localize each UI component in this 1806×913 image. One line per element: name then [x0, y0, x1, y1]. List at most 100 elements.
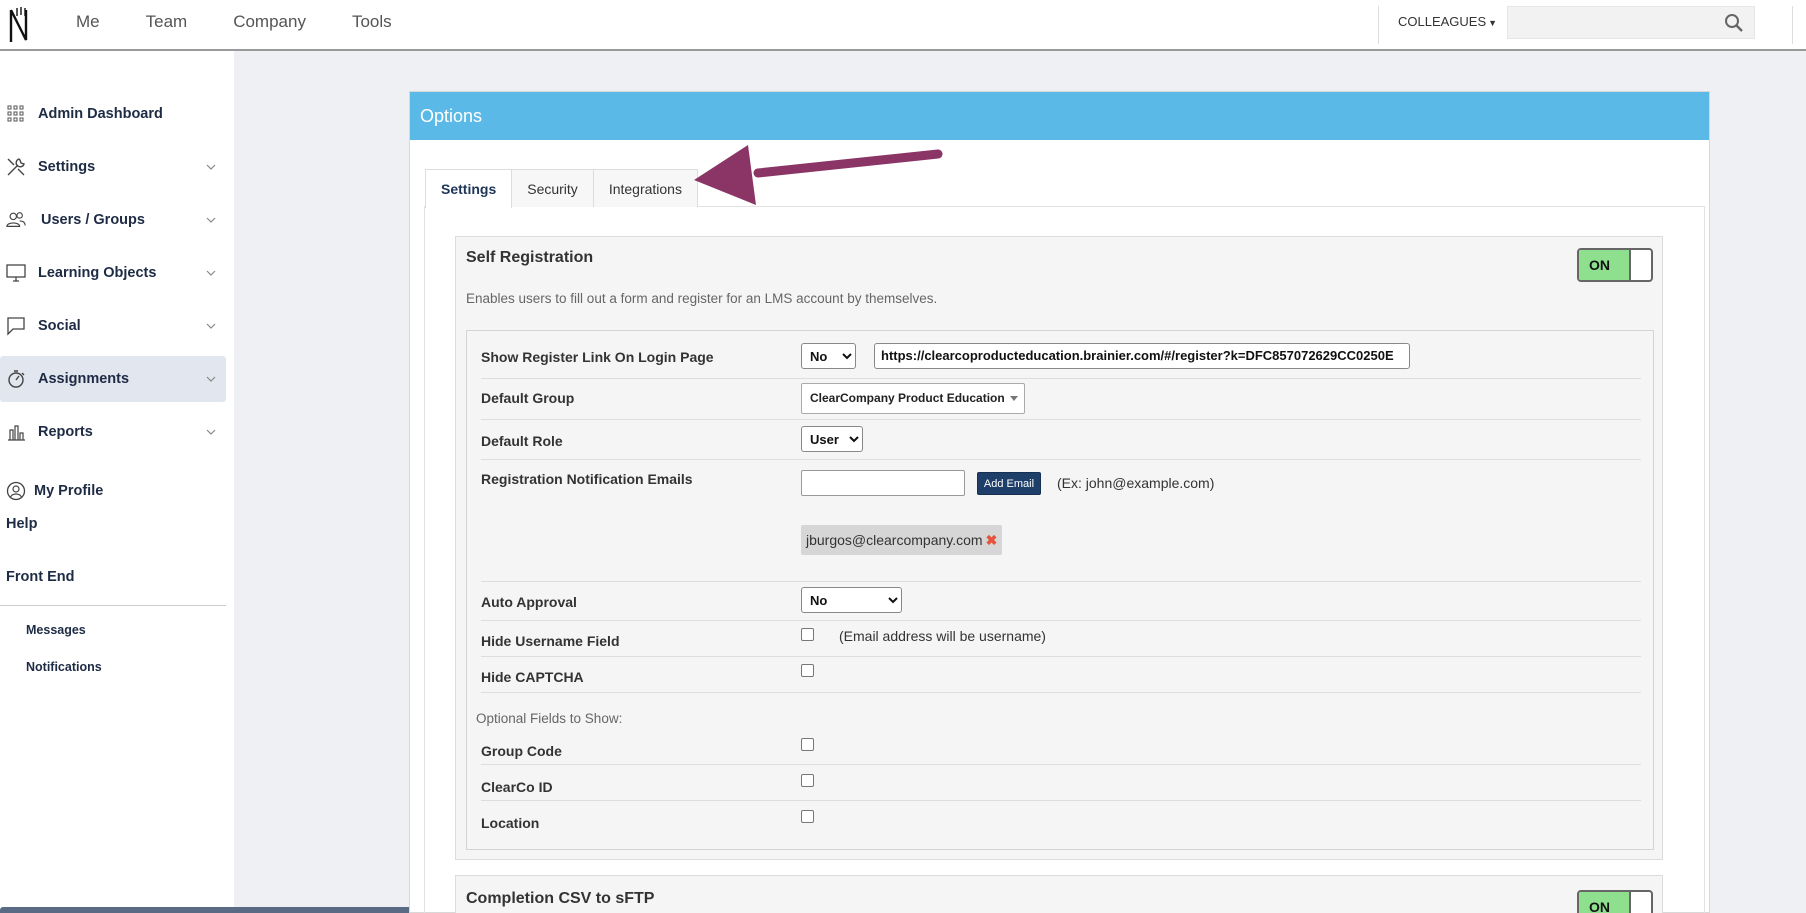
chevron-down-icon	[206, 429, 216, 435]
self-registration-toggle[interactable]: ON	[1577, 248, 1653, 282]
divider	[1792, 6, 1793, 44]
sidebar: Admin Dashboard Settings Users / Groups …	[0, 51, 234, 913]
default-role-select[interactable]: User	[801, 426, 863, 452]
default-group-wrapper: ClearCompany Product Education	[801, 383, 1025, 414]
divider	[1378, 6, 1379, 44]
chevron-down-icon	[206, 164, 216, 170]
sidebar-item-learning-objects[interactable]: Learning Objects	[0, 250, 226, 296]
sidebar-item-label: Learning Objects	[38, 265, 157, 281]
status-tooltip-bar	[0, 907, 432, 913]
sidebar-divider	[0, 605, 226, 606]
colleagues-dropdown[interactable]: COLLEAGUES ▼	[1398, 14, 1497, 29]
tab-bar: Settings Security Integrations	[425, 169, 698, 208]
nav-company[interactable]: Company	[233, 0, 306, 44]
notification-email-input[interactable]	[801, 470, 965, 496]
toggle-on-label: ON	[1579, 250, 1629, 280]
section-title: Self Registration	[466, 249, 594, 266]
completion-csv-section: Completion CSV to sFTP ON	[455, 875, 1663, 913]
remove-email-icon[interactable]: ✖	[986, 532, 998, 548]
sidebar-item-label: Social	[38, 318, 81, 334]
chevron-down-icon	[206, 323, 216, 329]
row-notification-emails: Registration Notification Emails Add Ema…	[481, 460, 1641, 582]
sidebar-item-help[interactable]: Help	[6, 516, 37, 532]
panel-title: Options	[410, 92, 1709, 140]
nav-me[interactable]: Me	[76, 0, 100, 44]
annotation-arrow-icon	[694, 145, 943, 205]
caret-down-icon: ▼	[1488, 18, 1498, 28]
monitor-icon	[6, 263, 26, 283]
hide-username-checkbox[interactable]	[801, 628, 814, 641]
group-code-checkbox[interactable]	[801, 738, 814, 751]
tab-security[interactable]: Security	[511, 169, 594, 207]
chevron-down-icon	[206, 376, 216, 382]
sidebar-item-label: Settings	[38, 159, 96, 175]
sidebar-item-my-profile[interactable]: My Profile	[0, 468, 226, 514]
email-example-hint: (Ex: john@example.com)	[1057, 475, 1215, 491]
field-label: Hide Username Field	[481, 633, 620, 649]
hide-captcha-checkbox[interactable]	[801, 664, 814, 677]
nav-tools[interactable]: Tools	[352, 0, 392, 44]
add-email-button[interactable]: Add Email	[977, 472, 1041, 495]
grid-icon	[6, 104, 26, 124]
show-register-link-select[interactable]: No	[801, 343, 856, 369]
toggle-on-label: ON	[1579, 892, 1629, 913]
sidebar-item-assignments[interactable]: Assignments	[0, 356, 226, 402]
auto-approval-select[interactable]: No	[801, 587, 902, 613]
field-label: Registration Notification Emails	[481, 471, 693, 487]
default-group-select[interactable]: ClearCompany Product Education	[801, 383, 1025, 414]
sidebar-item-label: Reports	[38, 424, 93, 440]
sidebar-item-front-end[interactable]: Front End	[6, 569, 74, 585]
search-icon[interactable]	[1724, 13, 1744, 33]
optional-fields-heading: Optional Fields to Show:	[476, 711, 623, 726]
email-chip-text: jburgos@clearcompany.com	[806, 532, 983, 548]
self-registration-section: Self Registration ON Enables users to fi…	[455, 236, 1663, 860]
row-auto-approval: Auto Approval No	[481, 582, 1641, 621]
clearco-id-checkbox[interactable]	[801, 774, 814, 787]
sidebar-item-settings[interactable]: Settings	[0, 144, 226, 190]
sidebar-item-label: Admin Dashboard	[38, 106, 163, 122]
stopwatch-icon	[6, 369, 26, 389]
field-label: Group Code	[481, 743, 562, 759]
location-checkbox[interactable]	[801, 810, 814, 823]
top-navbar: Me Team Company Tools COLLEAGUES ▼	[0, 0, 1806, 51]
row-group-code: Group Code	[481, 729, 1641, 765]
completion-csv-toggle[interactable]: ON	[1577, 890, 1653, 913]
sidebar-item-social[interactable]: Social	[0, 303, 226, 349]
row-default-group: Default Group ClearCompany Product Educa…	[481, 379, 1641, 420]
brand-logo-icon[interactable]	[6, 6, 32, 44]
field-label: Hide CAPTCHA	[481, 669, 584, 685]
sidebar-item-label: Users / Groups	[41, 212, 145, 228]
registration-settings-box: Show Register Link On Login Page No http…	[466, 330, 1654, 850]
users-icon	[6, 210, 26, 230]
colleagues-label: COLLEAGUES	[1398, 14, 1487, 29]
sidebar-item-reports[interactable]: Reports	[0, 409, 226, 455]
toggle-knob	[1629, 250, 1631, 280]
field-label: Default Group	[481, 390, 575, 406]
email-controls: Add Email (Ex: john@example.com) jburgos…	[801, 470, 1301, 565]
top-nav-menu: Me Team Company Tools	[76, 0, 438, 44]
row-show-register-link: Show Register Link On Login Page No http…	[481, 331, 1641, 379]
sidebar-item-users-groups[interactable]: Users / Groups	[0, 197, 226, 243]
sidebar-item-admin-dashboard[interactable]: Admin Dashboard	[0, 91, 226, 137]
tab-settings[interactable]: Settings	[425, 169, 513, 208]
sidebar-item-notifications[interactable]: Notifications	[26, 660, 102, 674]
email-chip: jburgos@clearcompany.com ✖	[801, 525, 1002, 555]
tab-integrations[interactable]: Integrations	[592, 169, 698, 207]
bar-chart-icon	[6, 422, 26, 442]
row-default-role: Default Role User	[481, 420, 1641, 460]
caret-down-icon	[1010, 396, 1018, 401]
field-label: Location	[481, 815, 540, 831]
search-input[interactable]	[1507, 6, 1755, 39]
row-hide-username: Hide Username Field (Email address will …	[481, 621, 1641, 657]
row-clearco-id: ClearCo ID	[481, 765, 1641, 801]
nav-team[interactable]: Team	[146, 0, 188, 44]
section-title: Completion CSV to sFTP	[466, 890, 655, 907]
sidebar-item-label: My Profile	[34, 483, 104, 499]
field-label: ClearCo ID	[481, 779, 553, 795]
sidebar-item-messages[interactable]: Messages	[26, 623, 86, 637]
tools-icon	[6, 157, 26, 177]
username-hint: (Email address will be username)	[839, 628, 1046, 644]
chat-icon	[6, 316, 26, 336]
register-url-field[interactable]: https://clearcoproducteducation.brainier…	[874, 343, 1410, 369]
user-circle-icon	[6, 481, 26, 501]
